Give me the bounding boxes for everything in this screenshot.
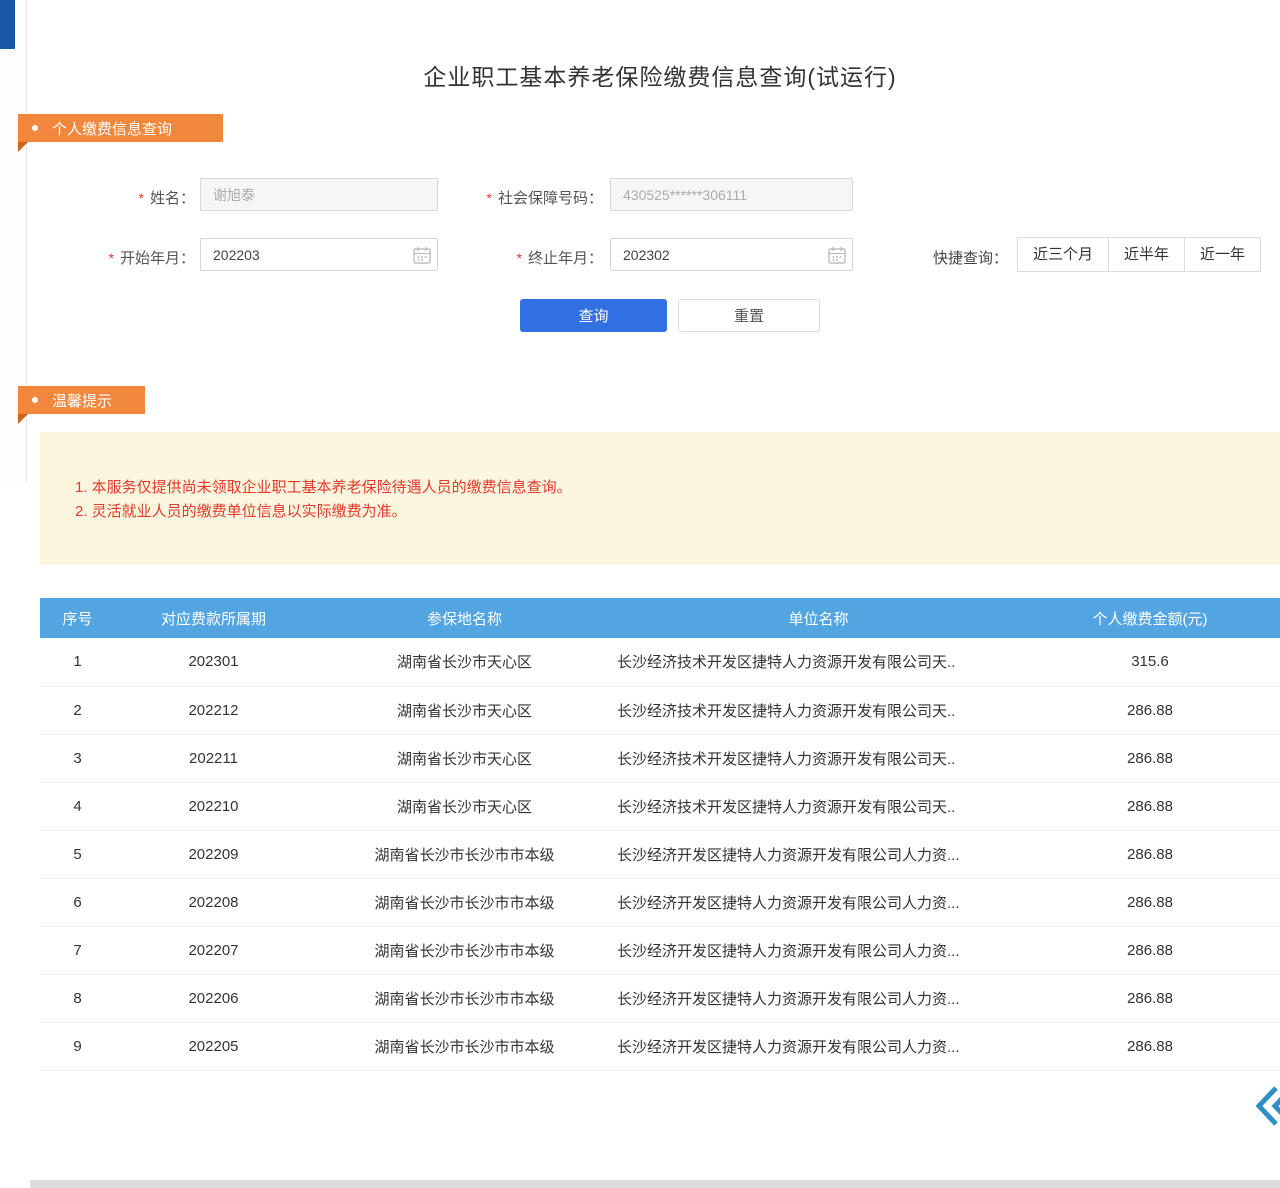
- notice-line: 2. 灵活就业人员的缴费单位信息以实际缴费为准。: [75, 500, 1280, 524]
- name-input: [200, 178, 438, 211]
- table-row: 3 202211 湖南省长沙市天心区 长沙经济技术开发区捷特人力资源开发有限公司…: [40, 734, 1280, 782]
- quick-last-3-months-button[interactable]: 近三个月: [1017, 237, 1109, 272]
- table-row: 6 202208 湖南省长沙市长沙市市本级 长沙经济开发区捷特人力资源开发有限公…: [40, 878, 1280, 926]
- tips-notice-box: 1. 本服务仅提供尚未领取企业职工基本养老保险待遇人员的缴费信息查询。 2. 灵…: [40, 432, 1280, 565]
- col-header-amount: 个人缴费金额(元): [1020, 598, 1280, 638]
- col-header-period: 对应费款所属期: [115, 598, 312, 638]
- col-header-seq: 序号: [40, 598, 115, 638]
- quick-last-half-year-button[interactable]: 近半年: [1108, 237, 1185, 272]
- calendar-icon[interactable]: [827, 245, 847, 265]
- table-header-row: 序号 对应费款所属期 参保地名称 单位名称 个人缴费金额(元): [40, 598, 1280, 638]
- ssn-input: [610, 178, 853, 211]
- required-asterisk: *: [139, 190, 144, 206]
- col-header-place: 参保地名称: [312, 598, 617, 638]
- notice-line: 1. 本服务仅提供尚未领取企业职工基本养老保险待遇人员的缴费信息查询。: [75, 476, 1280, 500]
- ssn-label: *社会保障号码：: [455, 187, 603, 208]
- table-row: 5 202209 湖南省长沙市长沙市市本级 长沙经济开发区捷特人力资源开发有限公…: [40, 830, 1280, 878]
- bullet-icon: [32, 125, 38, 131]
- bullet-icon: [32, 397, 38, 403]
- quick-query-group: 近三个月 近半年 近一年: [1018, 237, 1261, 272]
- page: 企业职工基本养老保险缴费信息查询(试运行) 个人缴费信息查询 *姓名： *社会保…: [0, 0, 1280, 1188]
- required-asterisk: *: [517, 250, 522, 266]
- end-month-label: *终止年月：: [496, 247, 603, 268]
- query-button[interactable]: 查询: [520, 299, 667, 332]
- end-month-input[interactable]: [610, 238, 853, 271]
- section-badge-label: 个人缴费信息查询: [52, 118, 172, 139]
- page-title: 企业职工基本养老保险缴费信息查询(试运行): [40, 58, 1280, 92]
- table-row: 9 202205 湖南省长沙市长沙市市本级 长沙经济开发区捷特人力资源开发有限公…: [40, 1022, 1280, 1070]
- table-row: 7 202207 湖南省长沙市长沙市市本级 长沙经济开发区捷特人力资源开发有限公…: [40, 926, 1280, 974]
- calendar-icon[interactable]: [412, 245, 432, 265]
- table-row: 2 202212 湖南省长沙市天心区 长沙经济技术开发区捷特人力资源开发有限公司…: [40, 686, 1280, 734]
- required-asterisk: *: [487, 190, 492, 206]
- chevron-double-left-icon[interactable]: [1252, 1083, 1280, 1129]
- start-month-input[interactable]: [200, 238, 438, 271]
- name-label: *姓名：: [100, 187, 195, 208]
- payment-table: 序号 对应费款所属期 参保地名称 单位名称 个人缴费金额(元) 1 202301…: [40, 598, 1280, 1071]
- start-month-label: *开始年月：: [88, 247, 195, 268]
- quick-query-label: 快捷查询：: [933, 247, 1008, 268]
- sidebar-tab[interactable]: [0, 0, 15, 49]
- required-asterisk: *: [109, 250, 114, 266]
- table-row: 4 202210 湖南省长沙市天心区 长沙经济技术开发区捷特人力资源开发有限公司…: [40, 782, 1280, 830]
- table-row: 1 202301 湖南省长沙市天心区 长沙经济技术开发区捷特人力资源开发有限公司…: [40, 638, 1280, 686]
- table-row: 8 202206 湖南省长沙市长沙市市本级 长沙经济开发区捷特人力资源开发有限公…: [40, 974, 1280, 1022]
- quick-last-year-button[interactable]: 近一年: [1184, 237, 1261, 272]
- section-badge-label: 温馨提示: [52, 390, 112, 411]
- reset-button[interactable]: 重置: [678, 299, 820, 332]
- col-header-unit: 单位名称: [617, 598, 1020, 638]
- section-badge-tips: 温馨提示: [18, 386, 145, 414]
- section-badge-personal-payment-query: 个人缴费信息查询: [18, 114, 223, 142]
- bottom-scrollbar[interactable]: [30, 1180, 1280, 1188]
